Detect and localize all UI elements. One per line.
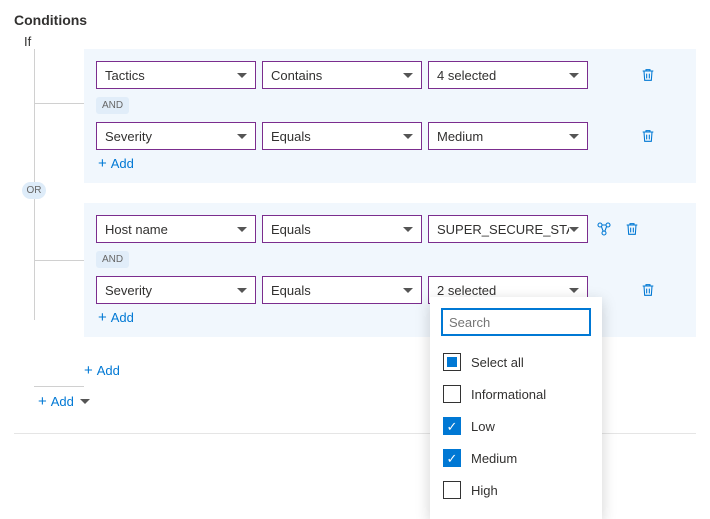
dropdown-option[interactable]: Informational bbox=[441, 378, 591, 410]
checkbox-icon bbox=[443, 385, 461, 403]
add-label: Add bbox=[111, 156, 134, 171]
operator-select[interactable]: Equals bbox=[262, 122, 422, 150]
add-label: Add bbox=[111, 310, 134, 325]
chevron-down-icon bbox=[569, 288, 579, 293]
chevron-down-icon bbox=[569, 73, 579, 78]
select-value: 2 selected bbox=[437, 283, 569, 298]
chevron-down-icon bbox=[80, 399, 90, 404]
add-group-button[interactable]: + Add bbox=[82, 357, 122, 384]
connector bbox=[34, 386, 84, 387]
property-select[interactable]: Severity bbox=[96, 276, 256, 304]
select-value: Medium bbox=[437, 129, 569, 144]
option-label: Informational bbox=[471, 387, 546, 402]
select-value: SUPER_SECURE_STATION bbox=[437, 222, 569, 237]
chevron-down-icon bbox=[569, 134, 579, 139]
select-value: Severity bbox=[105, 283, 237, 298]
chevron-down-icon bbox=[403, 73, 413, 78]
select-value: Contains bbox=[271, 68, 403, 83]
dropdown-search-input[interactable] bbox=[441, 308, 591, 336]
page-title: Conditions bbox=[14, 12, 696, 28]
select-value: Host name bbox=[105, 222, 237, 237]
connector bbox=[34, 260, 84, 261]
and-badge: AND bbox=[96, 97, 129, 114]
if-label: If bbox=[24, 34, 696, 49]
condition-row: Tactics Contains 4 selected bbox=[96, 61, 684, 89]
operator-select[interactable]: Equals bbox=[262, 215, 422, 243]
dropdown-option[interactable]: Low bbox=[441, 410, 591, 442]
property-select[interactable]: Host name bbox=[96, 215, 256, 243]
plus-icon: + bbox=[38, 394, 47, 409]
chevron-down-icon bbox=[237, 73, 247, 78]
delete-button[interactable] bbox=[636, 278, 660, 302]
add-label: Add bbox=[51, 394, 74, 409]
and-badge: AND bbox=[96, 251, 129, 268]
option-label: Low bbox=[471, 419, 495, 434]
add-label: Add bbox=[97, 363, 120, 378]
select-value: Equals bbox=[271, 222, 403, 237]
plus-icon: + bbox=[98, 156, 107, 171]
option-label: High bbox=[471, 483, 498, 498]
checkbox-checked-icon bbox=[443, 449, 461, 467]
chevron-down-icon bbox=[403, 227, 413, 232]
select-value: Tactics bbox=[105, 68, 237, 83]
connector bbox=[34, 103, 84, 104]
delete-button[interactable] bbox=[636, 63, 660, 87]
checkbox-checked-icon bbox=[443, 417, 461, 435]
chevron-down-icon bbox=[403, 288, 413, 293]
checkbox-indeterminate-icon bbox=[443, 353, 461, 371]
chevron-down-icon bbox=[237, 227, 247, 232]
condition-row: Host name Equals SUPER_SECURE_STATION bbox=[96, 215, 684, 243]
operator-select[interactable]: Equals bbox=[262, 276, 422, 304]
value-select[interactable]: Medium bbox=[428, 122, 588, 150]
add-condition-button[interactable]: + Add bbox=[96, 304, 136, 331]
condition-group: Host name Equals SUPER_SECURE_STATION AN… bbox=[84, 203, 696, 337]
dropdown-option[interactable]: Medium bbox=[441, 442, 591, 474]
chevron-down-icon bbox=[403, 134, 413, 139]
plus-icon: + bbox=[98, 310, 107, 325]
operator-select[interactable]: Contains bbox=[262, 61, 422, 89]
select-all-option[interactable]: Select all bbox=[441, 346, 591, 378]
select-value: Equals bbox=[271, 129, 403, 144]
chevron-down-icon bbox=[237, 134, 247, 139]
option-label: Select all bbox=[471, 355, 524, 370]
select-value: Equals bbox=[271, 283, 403, 298]
condition-group: Tactics Contains 4 selected AND Severity… bbox=[84, 49, 696, 183]
add-condition-button[interactable]: + Add bbox=[96, 150, 136, 177]
plus-icon: + bbox=[84, 363, 93, 378]
value-dropdown: Select all Informational Low Medium High bbox=[430, 297, 602, 519]
or-badge: OR bbox=[22, 182, 46, 199]
property-select[interactable]: Tactics bbox=[96, 61, 256, 89]
option-label: Medium bbox=[471, 451, 517, 466]
checkbox-icon bbox=[443, 481, 461, 499]
entity-link-icon[interactable] bbox=[594, 219, 614, 239]
value-select[interactable]: 4 selected bbox=[428, 61, 588, 89]
delete-button[interactable] bbox=[636, 124, 660, 148]
property-select[interactable]: Severity bbox=[96, 122, 256, 150]
value-select[interactable]: SUPER_SECURE_STATION bbox=[428, 215, 588, 243]
delete-button[interactable] bbox=[620, 217, 644, 241]
dropdown-option[interactable]: High bbox=[441, 474, 591, 506]
chevron-down-icon bbox=[237, 288, 247, 293]
chevron-down-icon bbox=[569, 227, 579, 232]
select-value: Severity bbox=[105, 129, 237, 144]
condition-row: Severity Equals Medium bbox=[96, 122, 684, 150]
select-value: 4 selected bbox=[437, 68, 569, 83]
